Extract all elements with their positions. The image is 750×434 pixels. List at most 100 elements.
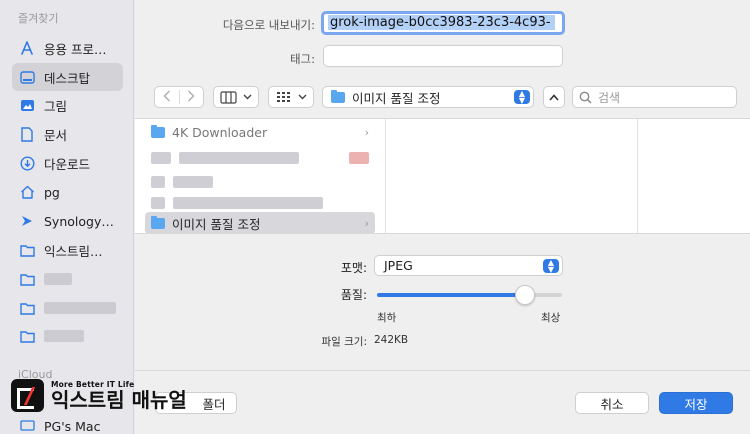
save-button[interactable]: 저장	[659, 392, 733, 414]
chevron-right-icon: ›	[364, 216, 369, 230]
grid-view-icon	[276, 91, 290, 102]
watermark: More Better IT Life 익스트림 매뉴얼	[11, 379, 187, 412]
list-item-selected[interactable]: 이미지 품질 조정 ›	[145, 212, 375, 233]
tags-field[interactable]	[323, 45, 563, 67]
sidebar-item-blurred[interactable]	[12, 294, 123, 322]
quality-max-label: 최상	[541, 312, 561, 324]
home-icon	[19, 184, 35, 200]
sidebar-item-home[interactable]: pg	[12, 178, 123, 206]
nav-buttons	[154, 86, 204, 108]
sidebar-item-label: 다운로드	[44, 156, 91, 172]
pictures-icon	[19, 97, 35, 113]
save-panel: 다음으로 내보내기: grok-image-b0cc3983-23c3-4c93…	[135, 0, 750, 434]
sidebar-item-downloads[interactable]: 다운로드	[12, 149, 123, 177]
bottom-bar: 폴더 취소 저장	[135, 370, 750, 434]
list-item[interactable]	[145, 147, 375, 169]
new-folder-label: 폴더	[202, 396, 226, 412]
sidebar-item-label: PG's Mac	[44, 418, 101, 434]
redacted-label	[179, 152, 299, 164]
folder-icon	[19, 242, 35, 258]
list-item-label: 4K Downloader	[172, 124, 268, 140]
columns-view-icon	[220, 90, 237, 104]
sidebar-item-synology[interactable]: Synology…	[12, 207, 123, 235]
search-icon	[579, 91, 592, 104]
redacted-label	[44, 330, 84, 342]
save-label: 저장	[684, 396, 708, 412]
tags-label: 태그:	[289, 52, 315, 66]
sidebar-item-label: 응용 프로…	[44, 41, 107, 57]
document-icon	[19, 126, 35, 142]
redacted-icon	[151, 152, 171, 164]
location-popup[interactable]: 이미지 품질 조정 ▲ ▼	[322, 86, 534, 108]
redacted-label	[44, 302, 116, 314]
sidebar-item-label: 데스크탑	[44, 70, 91, 86]
applications-icon	[19, 40, 35, 56]
back-button[interactable]	[155, 89, 179, 105]
download-icon	[19, 155, 35, 171]
redacted-icon	[151, 197, 165, 209]
search-field[interactable]: 검색	[572, 86, 737, 108]
sidebar-item-extreme[interactable]: 익스트림…	[12, 236, 123, 264]
filesize-value: 242KB	[374, 334, 409, 346]
sidebar-item-blurred[interactable]	[12, 322, 123, 350]
folder-icon	[19, 271, 35, 287]
popup-arrows-icon: ▲ ▼	[543, 259, 559, 274]
sidebar-item-pictures[interactable]: 그림	[12, 91, 123, 119]
search-placeholder: 검색	[598, 90, 621, 105]
export-filename-value: grok-image-b0cc3983-23c3-4c93-	[328, 15, 555, 30]
folder-icon	[151, 215, 165, 229]
sidebar-item-label: 익스트림…	[44, 243, 103, 259]
view-columns-button[interactable]	[213, 86, 259, 108]
cancel-button[interactable]: 취소	[575, 392, 649, 414]
view-grid-button[interactable]	[268, 86, 314, 108]
chevron-right-icon	[188, 89, 195, 102]
quality-slider-fill	[377, 293, 525, 297]
synology-icon	[19, 213, 35, 229]
export-filename-field[interactable]: grok-image-b0cc3983-23c3-4c93-	[321, 11, 565, 35]
forward-button[interactable]	[180, 89, 204, 105]
folder-icon	[151, 124, 165, 138]
list-item-label: 이미지 품질 조정	[172, 216, 261, 232]
redacted-badge	[349, 152, 369, 164]
watermark-logo-icon	[11, 379, 44, 412]
list-item[interactable]	[145, 192, 375, 214]
quality-slider-thumb[interactable]	[515, 285, 535, 305]
collapse-button[interactable]	[543, 86, 565, 108]
sidebar-item-label: Synology…	[44, 213, 114, 229]
folder-icon	[331, 89, 345, 103]
redacted-icon	[151, 176, 165, 188]
location-popup-value: 이미지 품질 조정	[352, 90, 441, 106]
popup-arrows-icon: ▲ ▼	[514, 90, 530, 105]
favorites-heading: 즐겨찾기	[18, 12, 59, 25]
cancel-label: 취소	[600, 396, 624, 412]
format-popup[interactable]: JPEG ▲ ▼	[374, 255, 563, 276]
list-item[interactable]	[145, 171, 375, 193]
redacted-label	[44, 273, 72, 285]
sidebar-item-label: 그림	[44, 98, 68, 114]
sidebar-item-desktop[interactable]: 데스크탑	[12, 63, 123, 91]
format-value: JPEG	[384, 258, 413, 273]
filesize-label: 파일 크기:	[321, 336, 367, 348]
sidebar-item-blurred[interactable]	[12, 265, 123, 293]
chevron-up-icon	[549, 93, 559, 101]
export-label: 다음으로 내보내기:	[222, 18, 315, 32]
redacted-label	[173, 176, 213, 188]
sidebar-item-mac[interactable]: PG's Mac	[12, 415, 123, 434]
chevron-right-icon: ›	[364, 125, 369, 139]
sidebar-item-documents[interactable]: 문서	[12, 120, 123, 148]
chevron-down-icon	[243, 94, 252, 100]
folder-icon	[19, 328, 35, 344]
desktop-icon	[19, 69, 35, 85]
format-label: 포맷:	[340, 261, 367, 275]
sidebar: 즐겨찾기 응용 프로… 데스크탑 그림 문서 다운로드 pg Synology……	[0, 0, 134, 434]
list-item[interactable]: 4K Downloader ›	[145, 121, 375, 143]
watermark-name: 익스트림 매뉴얼	[51, 388, 187, 412]
file-browser: 4K Downloader › 이미지 품질 조정 ›	[135, 118, 750, 234]
chevron-down-icon	[298, 94, 306, 100]
quality-slider[interactable]	[377, 285, 562, 305]
sidebar-item-label: pg	[44, 184, 60, 200]
sidebar-item-applications[interactable]: 응용 프로…	[12, 34, 123, 62]
chevron-left-icon	[163, 89, 170, 102]
quality-min-label: 최하	[377, 312, 397, 324]
computer-icon	[19, 418, 35, 434]
